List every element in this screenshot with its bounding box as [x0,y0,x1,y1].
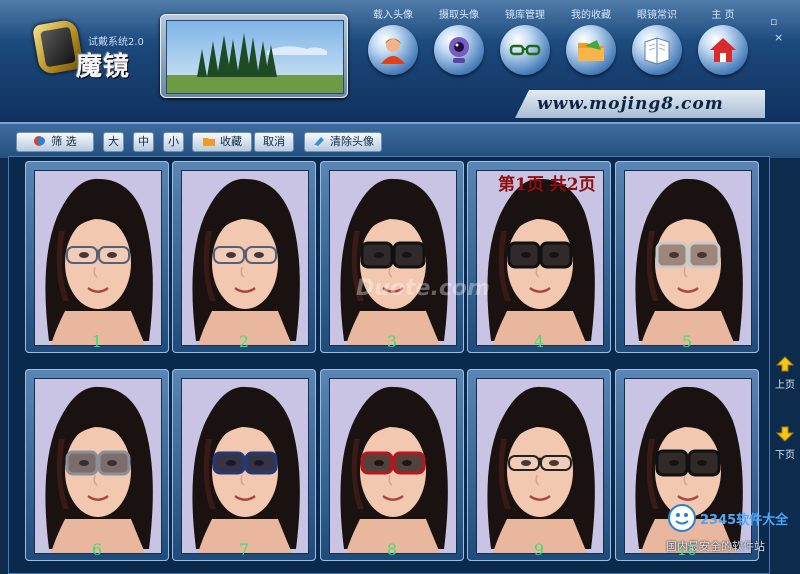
restore-button[interactable]: ▫ [770,16,777,28]
close-button[interactable]: × [774,32,783,44]
face-photo [34,170,162,346]
banner-landscape-image [166,20,344,94]
brand-logo-icon: 2345软件大全 [668,504,789,532]
face-photo [329,378,457,554]
face-photo [181,378,309,554]
card-number: 6 [91,540,103,559]
glasses-knowledge-label: 眼镜常识 [637,10,677,21]
card-number: 4 [533,332,545,351]
load-avatar-label: 载入头像 [373,10,413,21]
face-photo [329,170,457,346]
folder-icon [566,25,616,75]
load-avatar-button[interactable]: 载入头像 [362,8,424,86]
website-banner[interactable]: www.mojing8.com [515,90,765,118]
book-icon [632,25,682,75]
my-favorites-label: 我的收藏 [571,10,611,21]
webcam-icon [434,25,484,75]
favorite-icon [202,135,216,147]
card-number: 1 [91,332,103,351]
glasses-card[interactable]: 1 [25,161,169,353]
face-photo [476,170,604,346]
filter-icon [33,135,47,147]
website-url: www.mojing8.com [537,94,724,114]
card-number: 5 [681,332,693,351]
size-large-button[interactable]: 大 [103,132,124,152]
filter-label: 筛 选 [51,135,77,148]
glasses-card[interactable]: 2 [172,161,316,353]
glasses-icon [500,25,550,75]
glasses-library-label: 镜库管理 [505,10,545,21]
card-number: 3 [386,332,398,351]
corner-slogan: 国内最安全的软件站 [666,540,765,553]
favorite-button[interactable]: 收藏 [192,132,252,152]
favorite-label: 收藏 [220,135,242,148]
glasses-card[interactable]: 7 [172,369,316,561]
card-number: 2 [238,332,250,351]
app-title-reflection: 魔镜 [76,50,131,72]
next-page-button[interactable]: 下页 [770,426,800,461]
arrow-down-icon [775,426,795,442]
size-medium-button[interactable]: 中 [133,132,154,152]
glasses-card[interactable]: 5 [615,161,759,353]
svg-text:2345软件大全: 2345软件大全 [700,512,789,528]
size-small-button[interactable]: 小 [163,132,184,152]
home-icon [698,25,748,75]
glasses-card[interactable]: 8 [320,369,464,561]
home-label: 主 页 [711,10,735,21]
clear-icon [312,135,326,147]
cancel-button[interactable]: 取消 [254,132,294,152]
clear-avatar-button[interactable]: 清除头像 [304,132,382,152]
page-indicator: 第1页 共2页 [498,175,596,195]
filter-toolbar: 筛 选 大 中 小 收藏 取消 清除头像 [0,124,800,158]
clear-avatar-label: 清除头像 [330,135,374,148]
next-page-label: 下页 [775,450,795,461]
watermark: Duote.com [356,276,490,301]
prev-page-label: 上页 [775,380,795,391]
capture-avatar-label: 摄取头像 [439,10,479,21]
glasses-library-button[interactable]: 镜库管理 [494,8,556,86]
arrow-up-icon [775,356,795,372]
capture-avatar-button[interactable]: 摄取头像 [428,8,490,86]
face-photo [181,170,309,346]
glasses-card[interactable]: 3 [320,161,464,353]
corner-watermark: 2345软件大全 国内最安全的软件站 [666,500,800,573]
card-number: 9 [533,540,545,559]
window-controls: ▫ × [766,16,796,46]
person-icon [368,25,418,75]
glasses-card[interactable]: 9 [467,369,611,561]
glasses-card[interactable]: 6 [25,369,169,561]
glasses-knowledge-button[interactable]: 眼镜常识 [626,8,688,86]
banner-frame [160,14,348,98]
my-favorites-button[interactable]: 我的收藏 [560,8,622,86]
face-photo [624,170,752,346]
face-photo [34,378,162,554]
card-number: 7 [238,540,250,559]
glasses-grid: 1 2 3 4 5 6 7 8 9 10 [8,156,770,574]
filter-button[interactable]: 筛 选 [16,132,94,152]
prev-page-button[interactable]: 上页 [770,356,800,391]
page-navigation: 上页 下页 [770,330,800,470]
face-photo [476,378,604,554]
home-button[interactable]: 主 页 [692,8,754,86]
title-bar: 试戴系统2.0 魔镜 魔镜 载入头像 摄取头像 镜库管理 我的收藏 眼镜常识 主… [0,0,800,124]
main-toolbar: 载入头像 摄取头像 镜库管理 我的收藏 眼镜常识 主 页 [360,8,760,86]
card-number: 8 [386,540,398,559]
